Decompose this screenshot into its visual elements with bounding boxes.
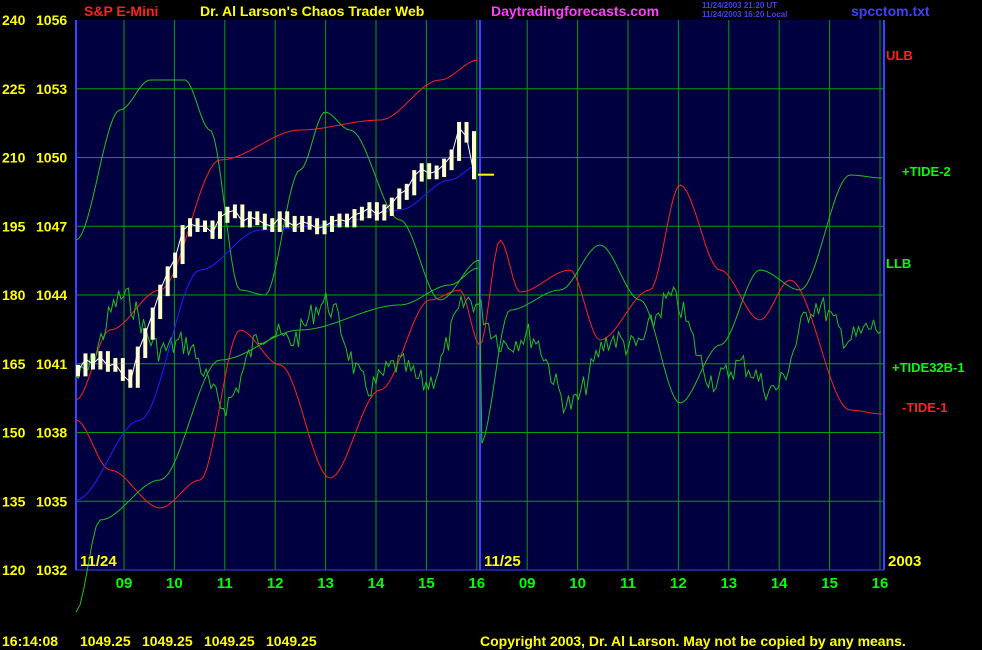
date-label: 2003: [888, 553, 921, 570]
footer-low: 1049.25: [204, 633, 255, 649]
footer-time: 16:14:08: [2, 633, 58, 649]
y-label-outer: 180: [2, 287, 26, 303]
series-label: +TIDE-2: [902, 164, 951, 179]
x-tick-label: 12: [267, 575, 284, 592]
header-local-time: 11/24/2003 16:20 Local: [702, 10, 787, 19]
y-label-outer: 165: [2, 356, 26, 372]
y-label-outer: 210: [2, 150, 26, 166]
y-label-price: 1044: [36, 287, 67, 303]
footer-high: 1049.25: [142, 633, 193, 649]
x-tick-label: 15: [418, 575, 435, 592]
y-label-price: 1041: [36, 356, 67, 372]
x-tick-label: 12: [670, 575, 687, 592]
x-tick-label: 14: [368, 575, 385, 592]
y-label-outer: 135: [2, 493, 26, 509]
x-tick-label: 09: [116, 575, 133, 592]
series-label: LLB: [886, 256, 911, 271]
y-label-outer: 195: [2, 218, 26, 234]
series-label: -TIDE-1: [902, 400, 948, 415]
y-label-outer: 120: [2, 562, 26, 578]
y-label-price: 1038: [36, 425, 67, 441]
x-tick-label: 10: [569, 575, 586, 592]
x-tick-label: 16: [872, 575, 889, 592]
footer-close: 1049.25: [266, 633, 317, 649]
x-tick-label: 13: [720, 575, 737, 592]
y-label-outer: 225: [2, 81, 26, 97]
date-label: 11/25: [484, 553, 521, 570]
header-symbol: S&P E-Mini: [84, 3, 158, 19]
y-label-price: 1032: [36, 562, 67, 578]
x-tick-label: 09: [519, 575, 536, 592]
header-title: Dr. Al Larson's Chaos Trader Web: [200, 3, 424, 19]
chart: 240 1056 225 1053 210 1050 195 1047 180 1044 165 10…: [2, 1, 965, 649]
series-label: +TIDE32B-1: [892, 360, 965, 375]
y-label-price: 1047: [36, 218, 67, 234]
y-label-price: 1050: [36, 150, 67, 166]
y-label-price: 1053: [36, 81, 67, 97]
y-label-outer: 150: [2, 425, 26, 441]
series-label: ULB: [886, 48, 913, 63]
y-label-price: 1056: [36, 12, 67, 28]
x-tick-label: 11: [217, 575, 233, 592]
y-label-outer: 240: [2, 12, 26, 28]
x-tick-label: 16: [468, 575, 485, 592]
footer-copyright: Copyright 2003, Dr. Al Larson. May not b…: [480, 633, 906, 649]
footer-open: 1049.25: [80, 633, 131, 649]
header-ut-time: 11/24/2003 21:20 UT: [702, 1, 777, 10]
x-tick-label: 13: [317, 575, 334, 592]
x-tick-label: 10: [166, 575, 183, 592]
x-tick-label: 14: [771, 575, 788, 592]
date-label: 11/24: [80, 553, 117, 570]
x-tick-label: 11: [620, 575, 636, 592]
y-label-price: 1035: [36, 493, 67, 509]
x-tick-label: 15: [821, 575, 838, 592]
header-filename: spcctom.txt: [851, 3, 930, 19]
header-site: Daytradingforecasts.com: [491, 3, 659, 19]
